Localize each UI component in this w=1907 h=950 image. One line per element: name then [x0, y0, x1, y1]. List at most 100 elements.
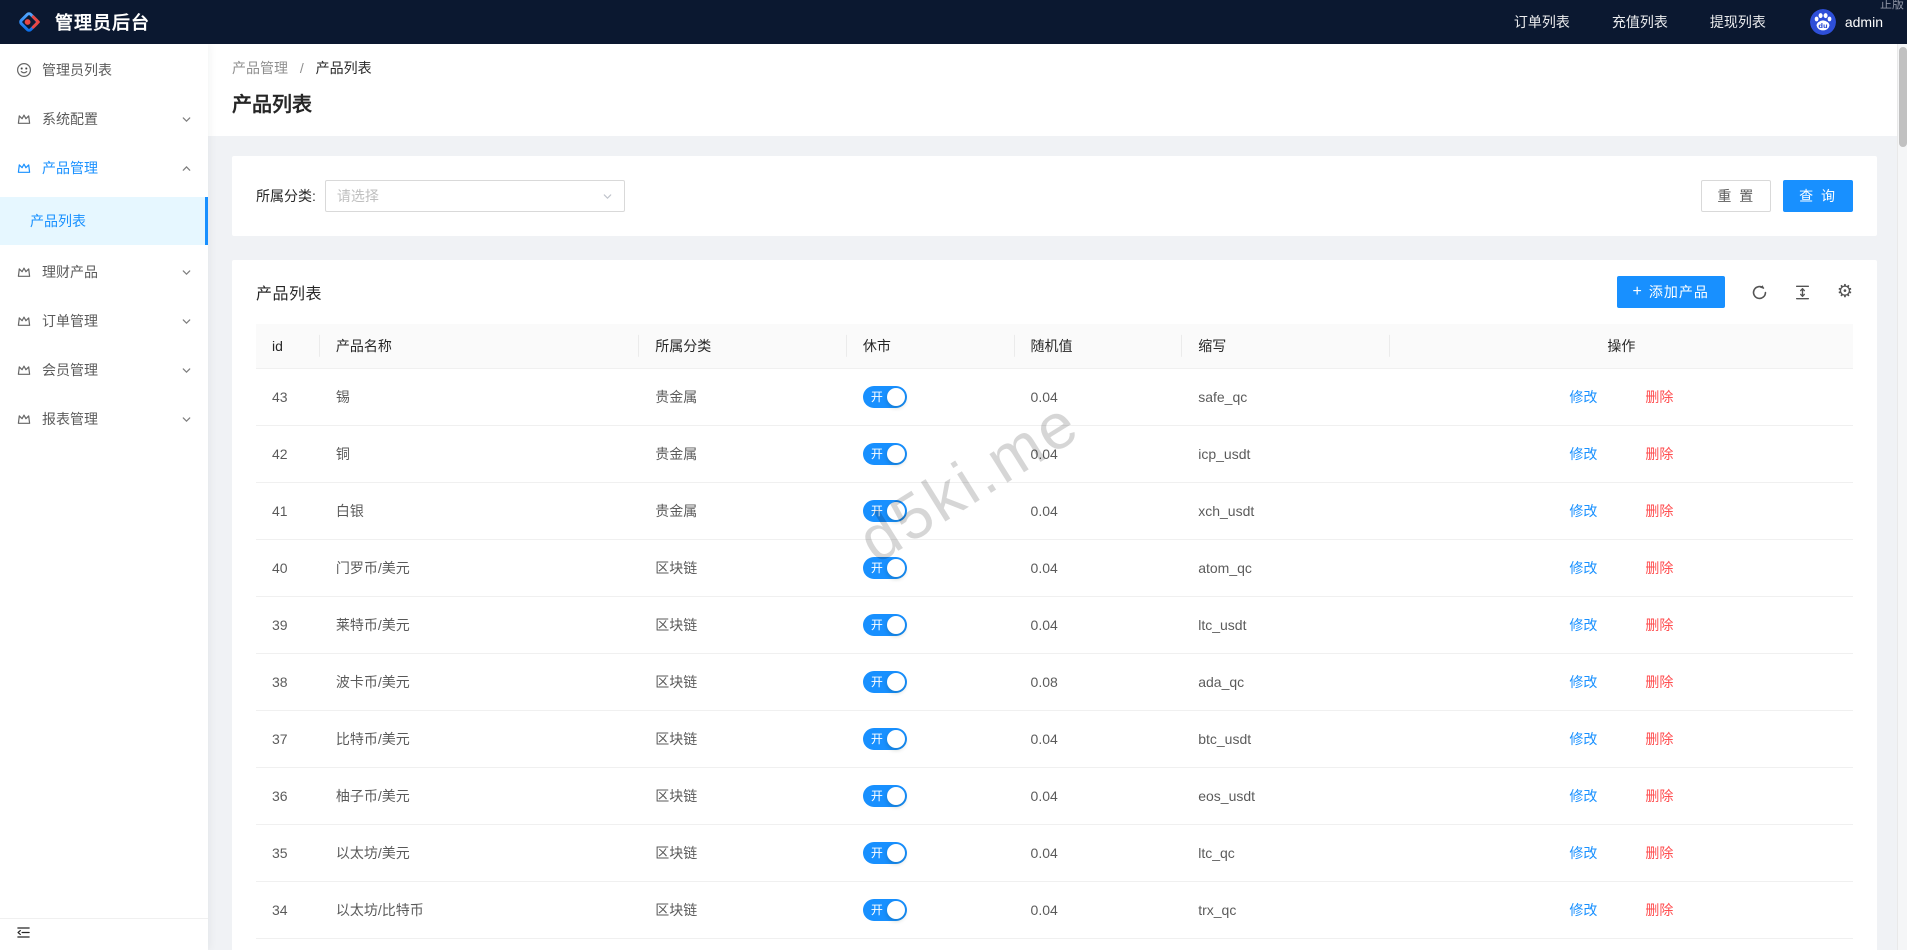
cell-random: 0.04 — [1015, 369, 1183, 426]
delete-link[interactable]: 删除 — [1645, 501, 1673, 521]
chevron-down-icon — [181, 316, 192, 327]
menu-fold-icon[interactable] — [16, 925, 31, 940]
delete-link[interactable]: 删除 — [1645, 444, 1673, 464]
plus-icon: + — [1633, 283, 1642, 301]
add-product-button[interactable]: + 添加产品 — [1617, 276, 1725, 308]
cell-id: 38 — [256, 654, 320, 711]
breadcrumb-product-list: 产品列表 — [316, 60, 372, 76]
sidebar-item-system-config[interactable]: 系统配置 — [0, 99, 208, 139]
sidebar-item-label: 管理员列表 — [42, 60, 112, 80]
delete-link[interactable]: 删除 — [1645, 558, 1673, 578]
delete-link[interactable]: 删除 — [1645, 843, 1673, 863]
row-actions: 修改 删除 — [1406, 786, 1837, 806]
filter-form: 所属分类: 请选择 — [256, 180, 625, 212]
search-button[interactable]: 查 询 — [1783, 180, 1853, 212]
user-avatar baidu-paw-icon[interactable]: du — [1810, 9, 1836, 35]
market-closed-toggle[interactable]: 开 — [863, 614, 907, 636]
table-row: 37 比特币/美元 区块链 开 0.04 btc_usdt 修改 删除 — [256, 711, 1853, 768]
sidebar-item-finance-product[interactable]: 理财产品 — [0, 252, 208, 292]
edit-link[interactable]: 修改 — [1569, 672, 1597, 692]
sidebar-subitem-product-list[interactable]: 产品列表 — [0, 197, 208, 245]
page-scrollbar[interactable] — [1897, 44, 1907, 950]
nav-recharge-list[interactable]: 充值列表 — [1612, 12, 1668, 32]
switch-knob — [887, 445, 905, 463]
brand: 管理员后台 — [14, 7, 150, 37]
sidebar-item-report-manage[interactable]: 报表管理 — [0, 399, 208, 439]
cell-category: 贵金属 — [639, 369, 847, 426]
market-closed-toggle[interactable]: 开 — [863, 500, 907, 522]
reset-button[interactable]: 重 置 — [1701, 180, 1771, 212]
market-closed-toggle[interactable]: 开 — [863, 671, 907, 693]
nav-order-list[interactable]: 订单列表 — [1514, 12, 1570, 32]
delete-link[interactable]: 删除 — [1645, 900, 1673, 920]
cell-category: 区块链 — [639, 882, 847, 939]
reload-icon[interactable] — [1751, 284, 1768, 301]
cell-abbr: safe_qc — [1182, 369, 1390, 426]
sidebar-item-admin-list[interactable]: 管理员列表 — [0, 50, 208, 90]
sidebar: 管理员列表 系统配置 产品管理 — [0, 44, 208, 950]
edit-link[interactable]: 修改 — [1569, 900, 1597, 920]
delete-link[interactable]: 删除 — [1645, 615, 1673, 635]
edit-link[interactable]: 修改 — [1569, 729, 1597, 749]
sidebar-menu: 管理员列表 系统配置 产品管理 — [0, 44, 208, 439]
switch-on-label: 开 — [871, 676, 883, 688]
content-area: 所属分类: 请选择 重 置 查 询 产品列表 — [208, 136, 1897, 950]
crown-icon — [16, 362, 32, 378]
edit-link[interactable]: 修改 — [1569, 444, 1597, 464]
username[interactable]: admin — [1845, 14, 1883, 30]
breadcrumb-product-manage[interactable]: 产品管理 — [232, 60, 288, 76]
cell-id: 36 — [256, 768, 320, 825]
main-content: 产品管理 / 产品列表 产品列表 所属分类: 请选择 — [208, 44, 1907, 950]
edit-link[interactable]: 修改 — [1569, 786, 1597, 806]
delete-link[interactable]: 删除 — [1645, 729, 1673, 749]
cell-abbr: xch_usdt — [1182, 483, 1390, 540]
table-row: 36 柚子币/美元 区块链 开 0.04 eos_usdt 修改 删除 — [256, 768, 1853, 825]
table-row: 38 波卡币/美元 区块链 开 0.08 ada_qc 修改 删除 — [256, 654, 1853, 711]
cell-random: 0.04 — [1015, 882, 1183, 939]
sidebar-item-product-manage[interactable]: 产品管理 — [0, 148, 208, 188]
column-height-icon[interactable] — [1794, 284, 1811, 301]
market-closed-toggle[interactable]: 开 — [863, 785, 907, 807]
row-actions: 修改 删除 — [1406, 843, 1837, 863]
row-actions: 修改 删除 — [1406, 900, 1837, 920]
delete-link[interactable]: 删除 — [1645, 786, 1673, 806]
table-row: 34 以太坊/比特币 区块链 开 0.04 trx_qc 修改 删除 — [256, 882, 1853, 939]
sidebar-item-order-manage[interactable]: 订单管理 — [0, 301, 208, 341]
app-logo-icon — [14, 7, 44, 37]
table-title: 产品列表 — [256, 280, 322, 304]
sidebar-item-member-manage[interactable]: 会员管理 — [0, 350, 208, 390]
scrollbar-thumb[interactable] — [1899, 47, 1907, 147]
edit-link[interactable]: 修改 — [1569, 501, 1597, 521]
market-closed-toggle[interactable]: 开 — [863, 899, 907, 921]
market-closed-toggle[interactable]: 开 — [863, 557, 907, 579]
delete-link[interactable]: 删除 — [1645, 672, 1673, 692]
switch-on-label: 开 — [871, 847, 883, 859]
crown-icon — [16, 111, 32, 127]
cell-random: 0.04 — [1015, 540, 1183, 597]
cell-category: 区块链 — [639, 711, 847, 768]
market-closed-toggle[interactable]: 开 — [863, 443, 907, 465]
cell-random: 0.08 — [1015, 654, 1183, 711]
delete-link[interactable]: 删除 — [1645, 387, 1673, 407]
market-closed-toggle[interactable]: 开 — [863, 728, 907, 750]
cell-id: 40 — [256, 540, 320, 597]
col-category: 所属分类 — [639, 324, 847, 369]
market-closed-toggle[interactable]: 开 — [863, 386, 907, 408]
cell-product-name: 莱特币/美元 — [320, 597, 639, 654]
cell-abbr: eos_usdt — [1182, 768, 1390, 825]
setting-gear-icon[interactable]: ⚙ — [1837, 283, 1853, 301]
sidebar-item-label: 系统配置 — [42, 109, 98, 129]
breadcrumb-separator: / — [300, 60, 304, 76]
switch-knob — [887, 673, 905, 691]
cell-category: 区块链 — [639, 768, 847, 825]
edit-link[interactable]: 修改 — [1569, 615, 1597, 635]
sidebar-item-label: 产品管理 — [42, 158, 98, 178]
category-select[interactable]: 请选择 — [325, 180, 625, 212]
edit-link[interactable]: 修改 — [1569, 387, 1597, 407]
nav-withdraw-list[interactable]: 提现列表 — [1710, 12, 1766, 32]
table-row: 40 门罗币/美元 区块链 开 0.04 atom_qc 修改 删除 — [256, 540, 1853, 597]
edit-link[interactable]: 修改 — [1569, 558, 1597, 578]
market-closed-toggle[interactable]: 开 — [863, 842, 907, 864]
cell-category: 区块链 — [639, 825, 847, 882]
edit-link[interactable]: 修改 — [1569, 843, 1597, 863]
